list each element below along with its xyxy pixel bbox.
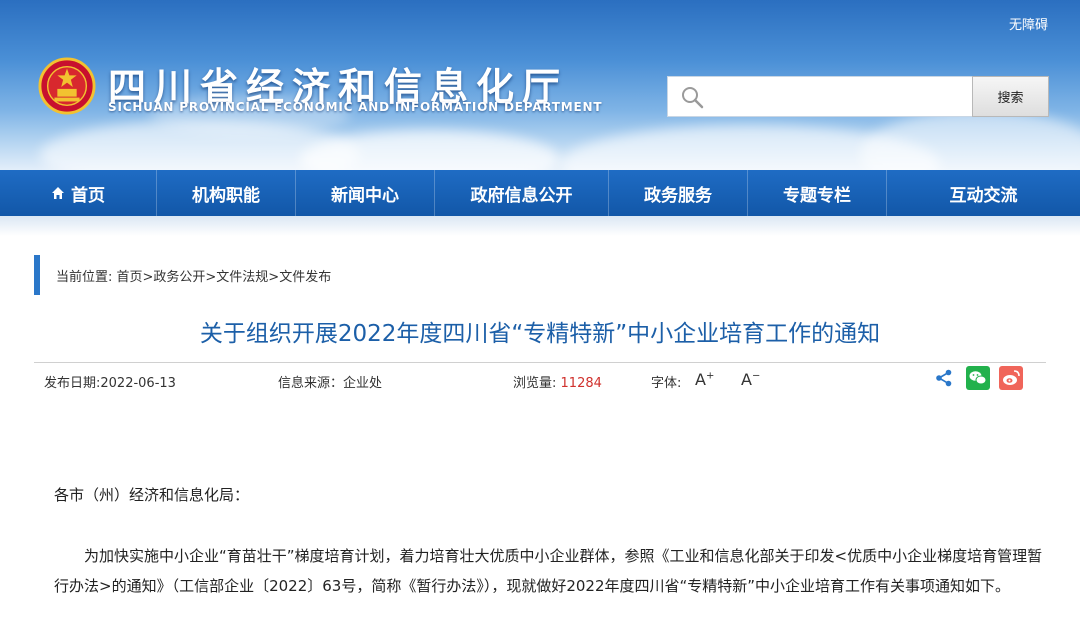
nav-item-interaction[interactable]: 互动交流 — [887, 170, 1080, 216]
weibo-icon[interactable] — [999, 366, 1023, 390]
breadcrumb-accent-bar — [34, 255, 40, 295]
nav-item-label: 新闻中心 — [331, 185, 399, 206]
nav-item-label: 专题专栏 — [783, 185, 851, 206]
info-source-label: 信息来源： — [278, 376, 344, 391]
plus-icon: + — [705, 370, 715, 382]
home-icon — [52, 187, 64, 199]
nav-item-services[interactable]: 政务服务 — [609, 170, 748, 216]
nav-item-news[interactable]: 新闻中心 — [296, 170, 435, 216]
nav-item-label: 机构职能 — [192, 185, 260, 206]
publish-date-label: 发布日期: — [44, 376, 101, 391]
breadcrumb: 当前位置: 首页>政务公开>文件法规>文件发布 — [34, 255, 331, 295]
main-nav: 首页 机构职能 新闻中心 政府信息公开 政务服务 专题专栏 互动交流 — [0, 170, 1080, 216]
font-size-label: 字体: — [651, 376, 682, 391]
salutation: 各市（州）经济和信息化局： — [54, 486, 250, 504]
national-emblem-icon — [38, 57, 96, 115]
title-divider — [34, 362, 1046, 363]
nav-item-topics[interactable]: 专题专栏 — [748, 170, 887, 216]
search-icon — [682, 87, 704, 109]
font-decrease-letter: A — [741, 370, 752, 389]
share-icon[interactable] — [935, 369, 953, 387]
article-title: 关于组织开展2022年度四川省“专精特新”中小企业培育工作的通知 — [199, 321, 881, 347]
site-title-english: SICHUAN PROVINCIAL ECONOMIC AND INFORMAT… — [108, 100, 603, 114]
view-count: 浏览量: 11284 — [513, 372, 602, 391]
wechat-icon[interactable] — [966, 366, 990, 390]
nav-item-label: 互动交流 — [949, 185, 1018, 206]
nav-item-label: 首页 — [71, 185, 105, 206]
nav-item-label: 政务服务 — [644, 185, 712, 206]
nav-item-label: 政府信息公开 — [470, 185, 573, 206]
view-count-value: 11284 — [560, 376, 602, 391]
font-increase-button[interactable]: A+ — [695, 370, 714, 389]
nav-item-functions[interactable]: 机构职能 — [157, 170, 296, 216]
publish-date-value: 2022-06-13 — [100, 376, 176, 391]
nav-item-home[interactable]: 首页 — [0, 170, 157, 216]
accessibility-link[interactable]: 无障碍 — [1009, 14, 1048, 33]
info-source-value: 企业处 — [343, 376, 383, 391]
publish-date: 发布日期:2022-06-13 — [44, 372, 176, 391]
body-paragraph: 为加快实施中小企业“育苗壮干”梯度培育计划，着力培育壮大优质中小企业群体，参照《… — [54, 547, 1043, 595]
search-box — [667, 76, 973, 118]
breadcrumb-text[interactable]: 当前位置: 首页>政务公开>文件法规>文件发布 — [56, 266, 331, 285]
site-header: 无障碍 四川省经济和信息化厅 SICHUAN PROVINCIAL ECONOM… — [0, 0, 1080, 170]
font-decrease-button[interactable]: A− — [741, 370, 760, 389]
info-source: 信息来源：企业处 — [278, 372, 382, 391]
nav-shadow-strip — [0, 216, 1080, 236]
header-cloud — [300, 130, 560, 170]
nav-item-gov-info[interactable]: 政府信息公开 — [435, 170, 609, 216]
search-input[interactable] — [714, 77, 968, 118]
minus-icon: − — [751, 370, 761, 382]
view-count-label: 浏览量: — [513, 376, 557, 391]
font-increase-letter: A — [695, 370, 706, 389]
header-cloud — [860, 110, 1080, 170]
search-button[interactable]: 搜索 — [972, 76, 1049, 117]
